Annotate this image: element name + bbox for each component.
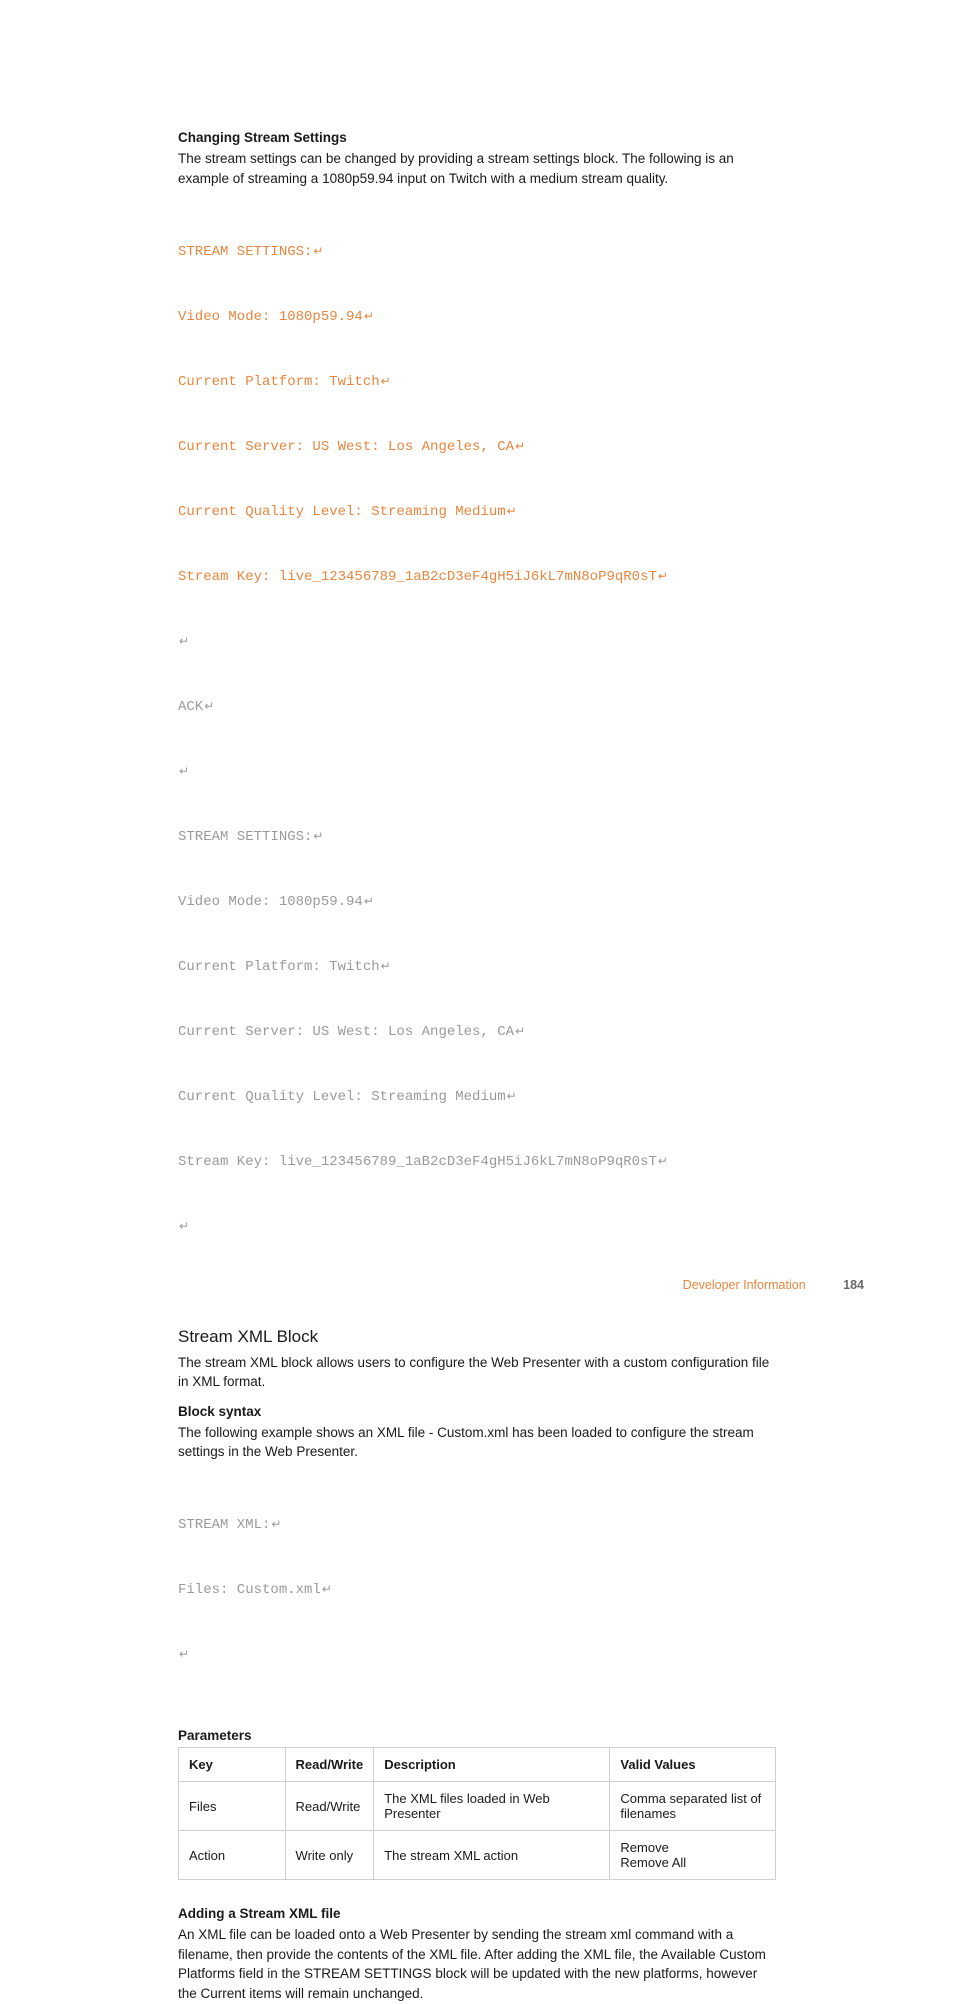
enter-icon: ↵ xyxy=(313,242,323,261)
code-line: Video Mode: 1080p59.94↵ xyxy=(178,307,776,329)
code-line: ↵ xyxy=(178,762,776,784)
valid-line: Remove xyxy=(620,1840,668,1855)
enter-icon: ↵ xyxy=(179,632,189,651)
enter-icon: ↵ xyxy=(364,307,374,326)
document-page: Changing Stream Settings The stream sett… xyxy=(0,0,954,1350)
paragraph-changing-intro: The stream settings can be changed by pr… xyxy=(178,149,776,188)
heading-changing-stream-settings: Changing Stream Settings xyxy=(178,130,776,145)
cell-desc: The XML files loaded in Web Presenter xyxy=(374,1782,610,1831)
heading-stream-xml-block: Stream XML Block xyxy=(178,1327,776,1347)
enter-icon: ↵ xyxy=(507,1087,517,1106)
heading-adding-stream-xml-file: Adding a Stream XML file xyxy=(178,1906,776,1921)
code-line: Current Server: US West: Los Angeles, CA… xyxy=(178,437,776,459)
cell-valid: Comma separated list of filenames xyxy=(610,1782,776,1831)
cell-valid: Remove Remove All xyxy=(610,1831,776,1880)
code-line: Current Quality Level: Streaming Medium↵ xyxy=(178,1087,776,1109)
table-header-row: Key Read/Write Description Valid Values xyxy=(179,1748,776,1782)
col-header-valid: Valid Values xyxy=(610,1748,776,1782)
enter-icon: ↵ xyxy=(313,827,323,846)
cell-desc: The stream XML action xyxy=(374,1831,610,1880)
enter-icon: ↵ xyxy=(515,437,525,456)
enter-icon: ↵ xyxy=(658,1152,668,1171)
code-line: ACK↵ xyxy=(178,697,776,719)
enter-icon: ↵ xyxy=(381,372,391,391)
code-line: Current Quality Level: Streaming Medium↵ xyxy=(178,502,776,524)
code-line: ↵ xyxy=(178,1645,776,1667)
parameters-table: Key Read/Write Description Valid Values … xyxy=(178,1747,776,1880)
code-line: Stream Key: live_123456789_1aB2cD3eF4gH5… xyxy=(178,567,776,589)
enter-icon: ↵ xyxy=(204,697,214,716)
code-block-stream-settings: STREAM SETTINGS:↵ Video Mode: 1080p59.94… xyxy=(178,198,776,1282)
table-row: Files Read/Write The XML files loaded in… xyxy=(179,1782,776,1831)
cell-key: Files xyxy=(179,1782,286,1831)
code-line: ↵ xyxy=(178,632,776,654)
heading-block-syntax: Block syntax xyxy=(178,1404,776,1419)
code-line: Current Server: US West: Los Angeles, CA… xyxy=(178,1022,776,1044)
code-line: Files: Custom.xml↵ xyxy=(178,1580,776,1602)
col-header-desc: Description xyxy=(374,1748,610,1782)
page-footer: Developer Information 184 xyxy=(683,1278,864,1292)
col-header-key: Key xyxy=(179,1748,286,1782)
enter-icon: ↵ xyxy=(322,1580,332,1599)
enter-icon: ↵ xyxy=(271,1515,281,1534)
enter-icon: ↵ xyxy=(658,567,668,586)
cell-rw: Read/Write xyxy=(285,1782,374,1831)
code-line: Video Mode: 1080p59.94↵ xyxy=(178,892,776,914)
cell-key: Action xyxy=(179,1831,286,1880)
heading-parameters: Parameters xyxy=(178,1728,776,1743)
footer-page-number: 184 xyxy=(843,1278,864,1292)
table-row: Action Write only The stream XML action … xyxy=(179,1831,776,1880)
cell-rw: Write only xyxy=(285,1831,374,1880)
code-line: ↵ xyxy=(178,1217,776,1239)
code-line: STREAM SETTINGS:↵ xyxy=(178,827,776,849)
enter-icon: ↵ xyxy=(381,957,391,976)
enter-icon: ↵ xyxy=(179,762,189,781)
valid-line: Remove All xyxy=(620,1855,686,1870)
code-line: Current Platform: Twitch↵ xyxy=(178,372,776,394)
paragraph-stream-xml-intro: The stream XML block allows users to con… xyxy=(178,1353,776,1392)
col-header-rw: Read/Write xyxy=(285,1748,374,1782)
enter-icon: ↵ xyxy=(179,1217,189,1236)
code-block-stream-xml: STREAM XML:↵ Files: Custom.xml↵ ↵ xyxy=(178,1472,776,1711)
enter-icon: ↵ xyxy=(364,892,374,911)
code-line: STREAM XML:↵ xyxy=(178,1515,776,1537)
paragraph-block-syntax: The following example shows an XML file … xyxy=(178,1423,776,1462)
code-line: Stream Key: live_123456789_1aB2cD3eF4gH5… xyxy=(178,1152,776,1174)
enter-icon: ↵ xyxy=(515,1022,525,1041)
enter-icon: ↵ xyxy=(179,1645,189,1664)
code-line: STREAM SETTINGS:↵ xyxy=(178,242,776,264)
code-line: Current Platform: Twitch↵ xyxy=(178,957,776,979)
enter-icon: ↵ xyxy=(507,502,517,521)
paragraph-adding-text: An XML file can be loaded onto a Web Pre… xyxy=(178,1925,776,2003)
footer-section-label: Developer Information xyxy=(683,1278,806,1292)
